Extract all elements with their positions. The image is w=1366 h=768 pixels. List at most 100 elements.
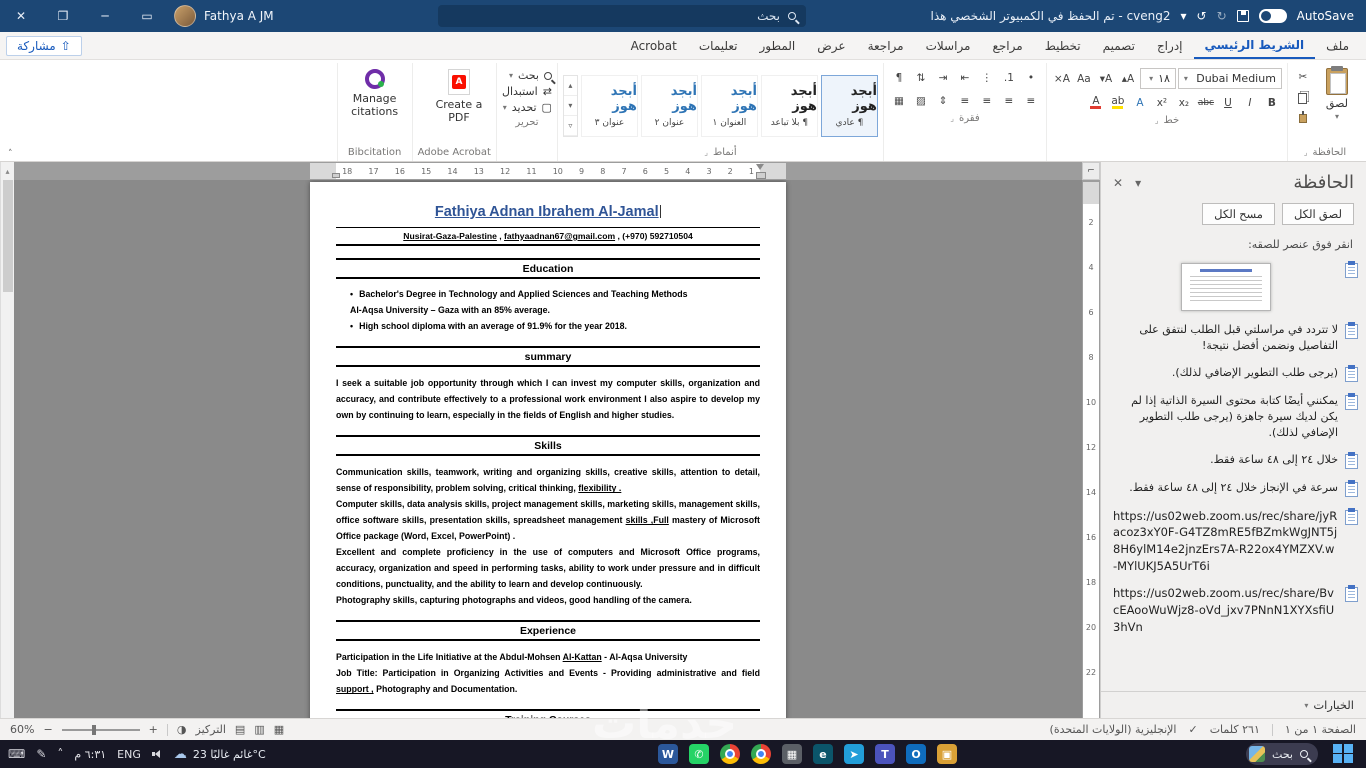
restore-button[interactable]: ❐: [42, 0, 84, 32]
style-heading-3[interactable]: أبجد هوز عنوان ٣: [580, 74, 638, 137]
page-indicator[interactable]: الصفحة ١ من ١: [1285, 723, 1356, 736]
indent-marker[interactable]: [756, 164, 766, 179]
multilevel-list-button[interactable]: ⋮: [977, 68, 997, 87]
tab-selector[interactable]: ⌐: [1082, 162, 1100, 180]
underline-button[interactable]: U: [1218, 93, 1238, 112]
touch-keyboard-icon[interactable]: ⌨: [8, 747, 25, 761]
style-normal[interactable]: أبجد هوز ¶ عادي: [820, 74, 878, 137]
clock[interactable]: ٦:٣١ م: [74, 748, 106, 761]
align-left-button[interactable]: ≡: [977, 91, 997, 110]
pen-icon[interactable]: ✎: [36, 747, 46, 761]
line-spacing-button[interactable]: ⇕: [933, 91, 953, 110]
redo-button[interactable]: ↻: [1217, 9, 1227, 23]
tab-design[interactable]: تصميم: [1092, 32, 1146, 59]
dialog-launcher-icon[interactable]: ⌟: [1155, 116, 1159, 125]
justify-button[interactable]: ≡: [955, 91, 975, 110]
taskbar-app-word[interactable]: W: [658, 744, 678, 764]
scroll-up-icon[interactable]: ▴: [1, 162, 14, 180]
close-button[interactable]: ✕: [0, 0, 42, 32]
chevron-down-icon[interactable]: ▾: [1181, 9, 1187, 23]
tray-expand-icon[interactable]: ˄: [57, 747, 63, 761]
shading-button[interactable]: ▨: [911, 91, 931, 110]
word-count[interactable]: ٢٦١ كلمات: [1210, 723, 1260, 736]
document-page[interactable]: Fathiya Adnan Ibrahem Al-Jamal Nusirat-G…: [310, 182, 786, 718]
shrink-font-button[interactable]: A▾: [1096, 69, 1116, 88]
font-size-select[interactable]: ١٨ ▾: [1139, 68, 1176, 89]
titlebar-search[interactable]: بحث: [438, 5, 806, 27]
avatar[interactable]: [174, 5, 196, 27]
increase-indent-button[interactable]: ⇥: [933, 68, 953, 87]
dialog-launcher-icon[interactable]: ⌟: [950, 114, 954, 123]
show-marks-button[interactable]: ¶: [889, 68, 909, 87]
find-button[interactable]: بحث ▾: [502, 69, 552, 82]
style-heading-2[interactable]: أبجد هوز عنوان ٢: [640, 74, 698, 137]
copy-button[interactable]: [1293, 88, 1313, 107]
spellcheck-icon[interactable]: ✓: [1188, 723, 1197, 736]
decrease-indent-button[interactable]: ⇤: [955, 68, 975, 87]
superscript-button[interactable]: x²: [1152, 93, 1172, 112]
clipboard-item[interactable]: (يرجى طلب التطوير الإضافي لذلك).: [1113, 364, 1358, 382]
format-painter-button[interactable]: [1293, 109, 1313, 128]
taskbar-search[interactable]: بحث: [1246, 743, 1318, 765]
dialog-launcher-icon[interactable]: ⌟: [1304, 148, 1308, 157]
paste-all-button[interactable]: لصق الكل: [1281, 203, 1354, 225]
zoom-in-button[interactable]: +: [149, 723, 158, 736]
tab-references[interactable]: مراجع: [982, 32, 1034, 59]
styles-scroll-down-button[interactable]: ▾: [563, 96, 577, 116]
tab-developer[interactable]: المطور: [749, 32, 807, 59]
taskbar-app-edge[interactable]: e: [813, 744, 833, 764]
pane-close-icon[interactable]: ✕: [1113, 176, 1123, 190]
highlight-button[interactable]: ab: [1108, 93, 1128, 112]
language-button[interactable]: الإنجليزية (الولايات المتحدة): [1050, 723, 1177, 736]
ribbon-display-options-button[interactable]: ▭: [126, 0, 168, 32]
zoom-slider-thumb[interactable]: [91, 724, 96, 735]
save-icon[interactable]: [1236, 10, 1249, 22]
paste-button[interactable]: لصق ▾: [1317, 63, 1357, 121]
taskbar-app-photos-folder[interactable]: ▣: [937, 744, 957, 764]
change-case-button[interactable]: Aa: [1074, 69, 1094, 88]
borders-button[interactable]: ▦: [889, 91, 909, 110]
align-center-button[interactable]: ≡: [999, 91, 1019, 110]
cut-button[interactable]: ✂: [1293, 67, 1313, 86]
minimize-button[interactable]: ─: [84, 0, 126, 32]
manage-citations-button[interactable]: Manage citations: [343, 63, 407, 118]
clipboard-item[interactable]: https://us02web.zoom.us/rec/share/BvcEAo…: [1113, 585, 1358, 635]
margin-marker[interactable]: [332, 173, 340, 178]
clear-formatting-button[interactable]: A×: [1052, 69, 1072, 88]
focus-button[interactable]: التركيز: [196, 723, 226, 736]
tab-help[interactable]: تعليمات: [688, 32, 749, 59]
taskbar-app-outlook[interactable]: O: [906, 744, 926, 764]
zoom-out-button[interactable]: −: [43, 723, 52, 736]
view-read-button[interactable]: ▤: [235, 723, 245, 736]
tab-home[interactable]: الشريط الرئيسي: [1193, 32, 1316, 59]
view-web-button[interactable]: ▦: [274, 723, 284, 736]
style-heading-1[interactable]: أبجد هوز العنوان ١: [700, 74, 758, 137]
vertical-scrollbar[interactable]: ▴: [0, 162, 14, 718]
undo-button[interactable]: ↺: [1197, 9, 1207, 23]
tab-mailings[interactable]: مراسلات: [915, 32, 982, 59]
numbering-button[interactable]: 1.: [999, 68, 1019, 87]
speaker-icon[interactable]: [151, 749, 163, 759]
scrollbar-thumb[interactable]: [2, 180, 13, 292]
weather-widget[interactable]: ☁ غائم غالبًا 23°C: [174, 747, 266, 762]
clear-all-button[interactable]: مسح الكل: [1202, 203, 1275, 225]
text-effects-button[interactable]: A: [1130, 93, 1150, 112]
clipboard-item[interactable]: خلال ٢٤ إلى ٤٨ ساعة فقط.: [1113, 451, 1358, 469]
style-no-spacing[interactable]: أبجد هوز ¶ بلا تباعد: [760, 74, 818, 137]
start-button[interactable]: [1333, 743, 1354, 765]
strikethrough-button[interactable]: abc: [1196, 93, 1216, 112]
create-pdf-button[interactable]: A Create a PDF: [427, 63, 491, 124]
share-button[interactable]: ⇧ مشاركة: [6, 35, 82, 56]
taskbar-app-whatsapp[interactable]: ✆: [689, 744, 709, 764]
clipboard-item[interactable]: سرعة في الإنجاز خلال ٢٤ إلى ٤٨ ساعة فقط.: [1113, 479, 1358, 497]
collapse-ribbon-button[interactable]: ˄: [8, 149, 13, 159]
sort-button[interactable]: ⇅: [911, 68, 931, 87]
replace-button[interactable]: ⇄ استبدال: [502, 85, 552, 98]
tab-insert[interactable]: إدراج: [1146, 32, 1194, 59]
align-right-button[interactable]: ≡: [1021, 91, 1041, 110]
grow-font-button[interactable]: A▴: [1118, 69, 1138, 88]
bold-button[interactable]: B: [1262, 93, 1282, 112]
view-print-button[interactable]: ▥: [254, 723, 264, 736]
italic-button[interactable]: I: [1240, 93, 1260, 112]
font-color-button[interactable]: A: [1086, 93, 1106, 112]
